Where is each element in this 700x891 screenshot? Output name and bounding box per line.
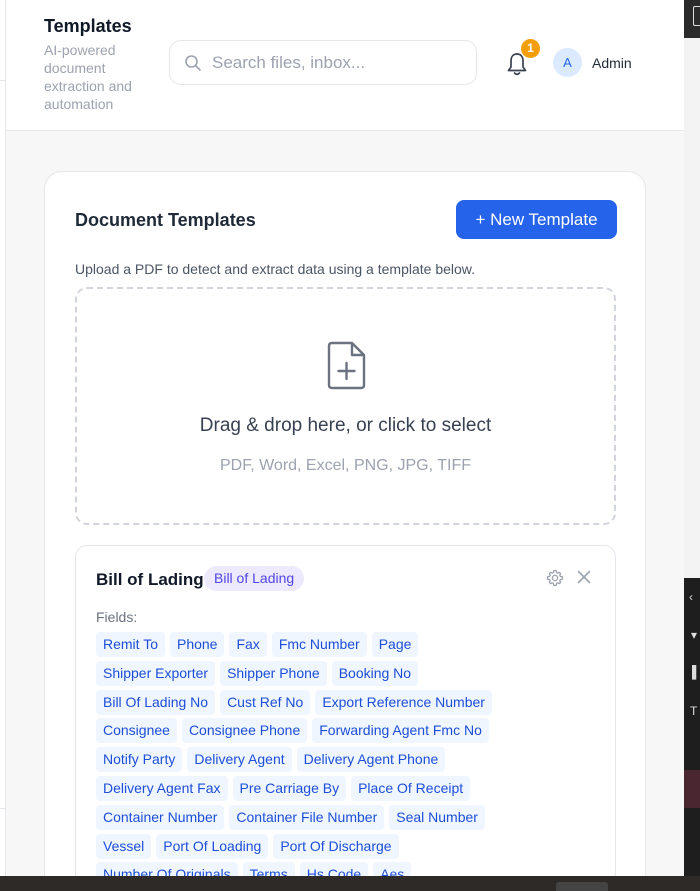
avatar[interactable]: A [553,48,582,77]
field-chip[interactable]: Notify Party [96,747,183,773]
field-chip[interactable]: Fax [229,632,267,657]
template-name: Bill of Lading [96,570,204,589]
taskbar [0,876,700,891]
field-chip[interactable]: Delivery Agent Phone [296,747,446,773]
section-title: Document Templates [75,210,256,230]
field-chip[interactable]: Consignee [96,718,177,744]
field-chip-row: Container Number Container File Number Sea… [96,804,596,830]
field-chip[interactable]: Delivery Agent [187,747,292,773]
close-icon[interactable] [576,569,592,585]
field-chip[interactable]: Delivery Agent Fax [96,775,228,801]
user-name[interactable]: Admin [592,55,632,71]
field-chip[interactable]: Bill Of Lading No [96,689,216,715]
field-chip[interactable]: Place Of Receipt [351,775,471,801]
file-dropzone[interactable]: Drag & drop here, or click to select PDF… [75,287,616,525]
gear-icon[interactable] [546,569,564,587]
field-chip[interactable]: Cust Ref No [220,689,311,715]
field-chip-row: Bill Of Lading No Cust Ref No Export Refer… [96,689,596,715]
top-header: Templates AI-powered document extraction… [6,0,684,131]
document-templates-card: Document Templates + New Template Upload… [44,171,646,891]
dropzone-text: Drag & drop here, or click to select [199,415,492,436]
field-chip[interactable]: Port Of Loading [156,833,269,859]
field-chip[interactable]: Fmc Number [271,632,367,657]
fields-label: Fields: [96,609,138,625]
left-window-edge [0,0,6,891]
field-chip-row: Delivery Agent Fax Pre Carriage By Place O… [96,775,596,801]
search-box[interactable] [169,40,477,85]
notification-badge: 1 [521,39,540,58]
field-chip[interactable]: Export Reference Number [315,689,492,715]
field-chip[interactable]: Phone [169,632,225,657]
field-chip[interactable]: Booking No [331,660,419,686]
field-chip-row: Consignee Consignee Phone Forwarding Agent… [96,718,596,744]
field-chip-row: Remit To Phone Fax Fmc Number Page [96,632,596,657]
field-chip[interactable]: Page [371,632,419,657]
dropzone-formats: PDF, Word, Excel, PNG, JPG, TIFF [219,457,471,474]
adjacent-window-edge: ‹ ▾ ▌ T [684,0,700,891]
new-template-button[interactable]: + New Template [456,200,617,239]
upload-description: Upload a PDF to detect and extract data … [75,261,476,277]
page-title: Templates [44,16,132,36]
field-chip[interactable]: Container File Number [229,804,385,830]
field-chip-row: Vessel Port Of Loading Port Of Discharge [96,833,596,859]
field-chip[interactable]: Shipper Phone [220,660,327,686]
field-chip[interactable]: Container Number [96,804,225,830]
field-chip[interactable]: Shipper Exporter [96,660,216,686]
field-chip[interactable]: Pre Carriage By [232,775,347,801]
field-chip[interactable]: Seal Number [389,804,485,830]
field-chip[interactable]: Forwarding Agent Fmc No [312,718,489,744]
field-chip-list: Remit To Phone Fax Fmc Number Page Shipper Ex… [96,632,596,884]
field-chip[interactable]: Consignee Phone [181,718,308,744]
field-chip[interactable]: Port Of Discharge [273,833,399,859]
field-chip[interactable]: Vessel [96,833,152,859]
search-icon [185,55,201,71]
field-chip-row: Shipper Exporter Shipper Phone Booking No [96,660,596,686]
field-chip[interactable]: Remit To [96,632,165,657]
field-chip-row: Notify Party Delivery Agent Delivery Agent… [96,747,596,773]
template-type-badge: Bill of Lading [204,566,305,591]
page-subtitle: AI-powered document extraction and autom… [44,42,132,112]
search-input[interactable] [212,41,462,84]
template-card: Bill of Lading Bill of Lading Fields: Re… [75,545,616,885]
file-plus-icon [327,341,366,390]
